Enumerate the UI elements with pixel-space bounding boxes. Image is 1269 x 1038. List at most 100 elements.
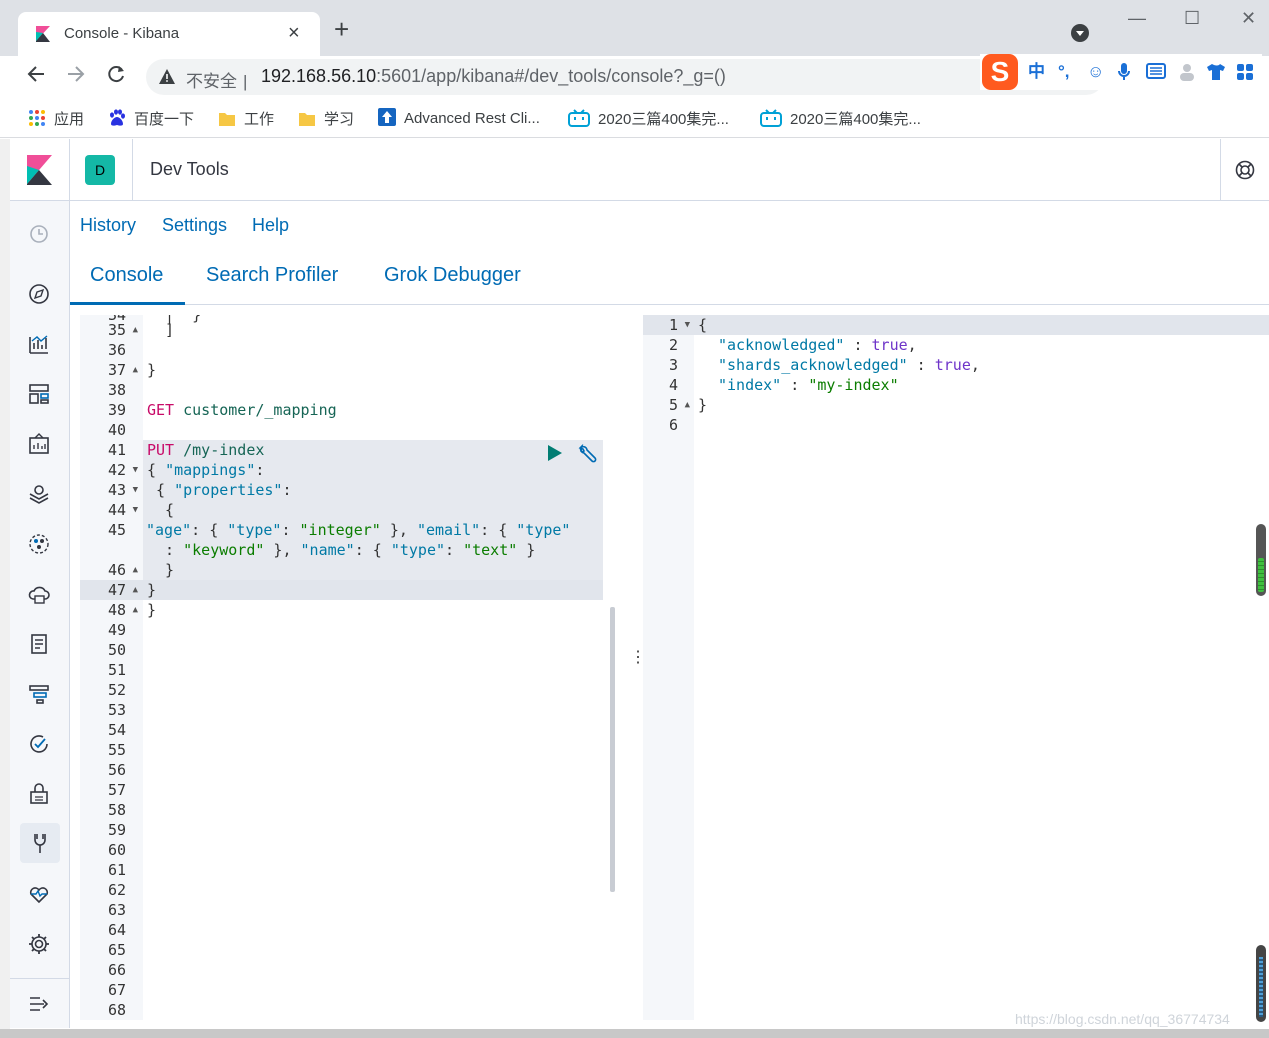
kibana-logo-icon xyxy=(27,155,52,185)
bookmark-bilibili-1[interactable]: 2020三篇400集完... xyxy=(568,108,729,129)
header-divider xyxy=(132,139,133,201)
code-line: "age": { "type": "integer" }, "email": {… xyxy=(146,521,571,539)
dev-tools-top-nav: History Settings Help xyxy=(70,201,1269,251)
dashboard-icon[interactable] xyxy=(26,381,52,407)
kibana-header: D Dev Tools xyxy=(10,139,1269,201)
settings-link[interactable]: Settings xyxy=(162,215,227,236)
line-number: 35 ▲ xyxy=(107,321,138,339)
line-number: 2 xyxy=(668,336,678,354)
kibana-favicon-icon xyxy=(36,26,50,42)
infrastructure-icon[interactable] xyxy=(26,581,52,607)
line-number: 63 xyxy=(107,901,126,919)
tab-search-profiler[interactable]: Search Profiler xyxy=(206,264,338,287)
tab-title: Console - Kibana xyxy=(64,25,180,42)
panel-resize-handle[interactable]: ⋮ xyxy=(630,650,646,666)
line-number: 56 xyxy=(107,761,126,779)
address-bar[interactable]: 不安全 | 192.168.56.10:5601/app/kibana#/dev_… xyxy=(146,59,1104,95)
space-avatar[interactable]: D xyxy=(85,155,115,185)
visualize-chart-icon[interactable] xyxy=(26,331,52,357)
tab-search-icon[interactable] xyxy=(1071,24,1089,42)
bookmark-work[interactable]: 工作 xyxy=(218,108,274,129)
line-number: 45 xyxy=(107,521,126,539)
output-active-line xyxy=(643,315,1269,335)
help-menu[interactable] xyxy=(1220,139,1269,201)
send-request-play-icon[interactable] xyxy=(546,443,564,463)
external-widget-meter xyxy=(1256,945,1266,1022)
uptime-icon[interactable] xyxy=(26,731,52,757)
line-number: 50 xyxy=(107,641,126,659)
output-line: } xyxy=(698,396,708,414)
tab-grok-debugger[interactable]: Grok Debugger xyxy=(384,264,521,287)
apps-grid-icon xyxy=(28,109,46,127)
recent-clock-icon[interactable] xyxy=(26,221,52,247)
browser-tabstrip: Console - Kibana × + — ☐ ✕ xyxy=(0,0,1269,56)
reload-icon[interactable] xyxy=(106,64,126,84)
browser-tab[interactable]: Console - Kibana × xyxy=(18,12,320,56)
discover-compass-icon[interactable] xyxy=(26,281,52,307)
line-number: 49 xyxy=(107,621,126,639)
line-number: 3 xyxy=(668,356,678,374)
new-tab-button[interactable]: + xyxy=(334,16,349,42)
line-number: 37 ▲ xyxy=(107,361,138,379)
back-arrow-icon[interactable] xyxy=(26,64,46,84)
external-widget-scrollbar xyxy=(1256,524,1266,596)
ime-toolbox-icon[interactable] xyxy=(1236,63,1254,81)
output-line: { xyxy=(698,316,708,334)
close-window-button[interactable]: ✕ xyxy=(1241,8,1256,28)
line-number: 60 xyxy=(107,841,126,859)
folder-icon xyxy=(218,111,236,127)
canvas-icon[interactable] xyxy=(26,431,52,457)
tab-close-icon[interactable]: × xyxy=(288,21,300,45)
siem-icon[interactable] xyxy=(26,781,52,807)
line-number: 66 xyxy=(107,961,126,979)
forward-arrow-icon[interactable] xyxy=(66,64,86,84)
request-options-wrench-icon[interactable] xyxy=(577,443,599,465)
ime-voice-icon[interactable] xyxy=(1118,63,1130,81)
bookmark-baidu[interactable]: 百度一下 xyxy=(108,108,194,129)
dev-tools-nav-item[interactable] xyxy=(20,823,60,863)
warning-triangle-icon xyxy=(159,69,175,84)
console-response-output: 1 ▼ 2 3 4 5 ▲ 6 { "acknowledged" : true, "… xyxy=(643,315,1269,1020)
rest-client-icon xyxy=(378,108,396,126)
ime-keyboard-icon[interactable] xyxy=(1146,63,1166,79)
bookmark-apps[interactable]: 应用 xyxy=(28,108,84,129)
code-line: { "mappings": xyxy=(147,461,265,479)
ml-icon[interactable] xyxy=(26,531,52,557)
editor-scrollbar[interactable] xyxy=(610,607,615,892)
code-line: { xyxy=(147,501,175,519)
maximize-button[interactable]: ☐ xyxy=(1184,8,1200,28)
bookmark-study[interactable]: 学习 xyxy=(298,108,354,129)
line-number: 52 xyxy=(107,681,126,699)
monitoring-icon[interactable] xyxy=(26,881,52,907)
logs-icon[interactable] xyxy=(26,631,52,657)
background-window-edge xyxy=(0,139,10,1029)
apm-icon[interactable] xyxy=(26,681,52,707)
ime-punctuation[interactable]: °, xyxy=(1058,63,1070,81)
line-number: 36 xyxy=(107,341,126,359)
maps-icon[interactable] xyxy=(26,481,52,507)
url-text: 192.168.56.10:5601/app/kibana#/dev_tools… xyxy=(261,66,726,86)
collapse-nav-button[interactable] xyxy=(10,978,70,1028)
management-gear-icon[interactable] xyxy=(26,931,52,957)
bookmark-advanced-rest-client[interactable]: Advanced Rest Cli... xyxy=(378,108,540,127)
tab-console[interactable]: Console xyxy=(90,264,163,287)
minimize-button[interactable]: — xyxy=(1128,8,1146,28)
ime-emoji-icon[interactable]: ☺ xyxy=(1087,63,1104,81)
line-number: 59 xyxy=(107,821,126,839)
ime-chinese-mode[interactable]: 中 xyxy=(1028,63,1045,81)
help-link[interactable]: Help xyxy=(252,215,289,236)
line-number: 44 ▼ xyxy=(107,501,138,519)
ime-toolbar: S 中 °, ☺ xyxy=(980,54,1262,90)
breadcrumb-dev-tools: Dev Tools xyxy=(150,159,229,179)
code-line: ] xyxy=(147,321,175,339)
sogou-logo-icon[interactable]: S xyxy=(982,54,1018,90)
ime-user-icon[interactable] xyxy=(1178,63,1196,81)
console-request-editor[interactable]: 34 35 ▲ 36 37 ▲ 38 39 40 41 42 ▼ 43 ▼ 44 ▼ 45… xyxy=(80,315,623,1020)
ime-skin-icon[interactable] xyxy=(1206,63,1226,81)
code-line-wrapped: : "keyword" }, "name": { "type": "text" … xyxy=(147,541,536,559)
help-lifebuoy-icon xyxy=(1235,160,1255,180)
history-link[interactable]: History xyxy=(80,215,136,236)
kibana-home-link[interactable] xyxy=(10,139,70,201)
bookmark-bilibili-2[interactable]: 2020三篇400集完... xyxy=(760,108,921,129)
dev-tools-tabs: Console Search Profiler Grok Debugger xyxy=(70,251,1269,305)
